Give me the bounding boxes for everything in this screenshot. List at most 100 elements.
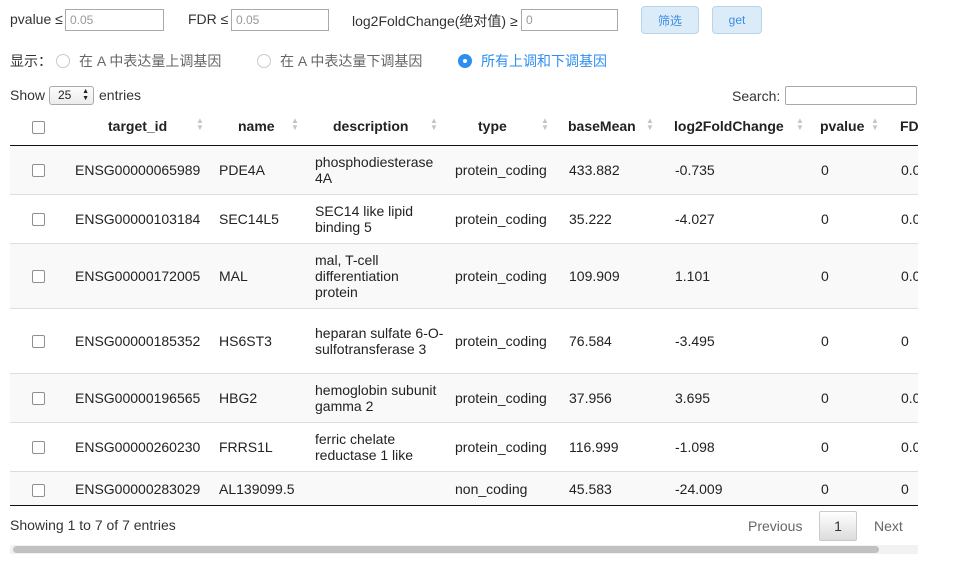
scrollbar-thumb[interactable]	[13, 546, 879, 553]
row-select-cell[interactable]	[10, 421, 65, 471]
cell-description: heparan sulfate 6-O-sulfotransferase 3	[305, 307, 445, 373]
row-select-cell[interactable]	[10, 242, 65, 308]
length-entries-label: entries	[99, 87, 142, 103]
display-label: 显示：	[10, 53, 52, 69]
fdr-label: FDR ≤	[188, 11, 229, 27]
radio-down-in-a[interactable]: 在 A 中表达量下调基因	[257, 51, 422, 71]
current-page-button[interactable]: 1	[819, 511, 857, 541]
radio-all-up-down[interactable]: 所有上调和下调基因	[458, 51, 607, 71]
table-row[interactable]: ENSG00000196565 HBG2 hemoglobin subunit …	[10, 372, 918, 422]
search-input[interactable]	[785, 86, 917, 105]
sort-icon: ▲ ▼	[796, 116, 804, 132]
cell-target-id: ENSG00000172005	[65, 242, 209, 308]
log2fc-label: log2FoldChange(绝对值) ≥	[352, 13, 518, 29]
sort-icon: ▲ ▼	[291, 116, 299, 132]
cell-description: phosphodiesterase 4A	[305, 144, 445, 194]
cell-basemean: 37.956	[559, 372, 665, 422]
results-table-container: target_id ▲ ▼ name ▲ ▼ description ▲ ▼ type ▲ ▼ …	[10, 108, 918, 508]
row-select-cell[interactable]	[10, 193, 65, 243]
cell-name: FRRS1L	[209, 421, 305, 471]
filter-button[interactable]: 筛选	[641, 6, 699, 34]
col-header-label: name	[238, 118, 275, 135]
table-row[interactable]: ENSG00000283029 AL139099.5 non_coding 45…	[10, 470, 918, 506]
cell-pvalue: 0	[811, 372, 891, 422]
select-arrows-icon: ▲ ▼	[82, 88, 89, 102]
cell-pvalue: 0	[811, 242, 891, 308]
radio-circle[interactable]	[56, 54, 70, 68]
cell-fdr: 0.0	[891, 421, 918, 471]
log2fc-input[interactable]	[521, 9, 618, 31]
row-checkbox[interactable]	[32, 392, 45, 406]
row-checkbox[interactable]	[32, 483, 45, 497]
next-page-button[interactable]: Next	[874, 518, 903, 534]
table-bottom-border	[10, 505, 918, 506]
row-checkbox[interactable]	[32, 164, 45, 178]
radio-circle[interactable]	[257, 54, 271, 68]
cell-log2foldchange: -1.098	[665, 421, 811, 471]
table-row[interactable]: ENSG00000172005 MAL mal, T-cell differen…	[10, 242, 918, 308]
col-header-label: log2FoldChange	[674, 118, 784, 135]
entries-per-page-select[interactable]: 25 ▲ ▼	[49, 86, 94, 105]
col-header-name[interactable]: name ▲ ▼	[209, 108, 305, 146]
table-row[interactable]: ENSG00000103184 SEC14L5 SEC14 like lipid…	[10, 193, 918, 243]
radio-label: 在 A 中表达量下调基因	[280, 53, 423, 69]
cell-log2foldchange: 1.101	[665, 242, 811, 308]
col-header-label: type	[478, 118, 507, 135]
cell-basemean: 76.584	[559, 307, 665, 373]
cell-target-id: ENSG00000185352	[65, 307, 209, 373]
select-all-header[interactable]	[10, 108, 65, 146]
previous-page-button[interactable]: Previous	[748, 518, 802, 534]
col-header-fdr[interactable]: FDR	[891, 108, 918, 146]
cell-description: SEC14 like lipid binding 5	[305, 193, 445, 243]
row-select-cell[interactable]	[10, 144, 65, 194]
row-checkbox[interactable]	[32, 335, 45, 349]
table-info: Showing 1 to 7 of 7 entries	[10, 517, 176, 533]
col-header-label: description	[333, 118, 409, 135]
cell-pvalue: 0	[811, 144, 891, 194]
row-checkbox[interactable]	[32, 441, 45, 455]
fdr-input[interactable]	[231, 9, 329, 31]
cell-fdr: 0	[891, 307, 918, 373]
col-header-description[interactable]: description ▲ ▼	[305, 108, 445, 146]
row-checkbox[interactable]	[32, 270, 45, 284]
col-header-basemean[interactable]: baseMean ▲ ▼	[559, 108, 665, 146]
cell-log2foldchange: -24.009	[665, 470, 811, 506]
col-header-log2foldchange[interactable]: log2FoldChange ▲ ▼	[665, 108, 811, 146]
cell-target-id: ENSG00000065989	[65, 144, 209, 194]
pvalue-input[interactable]	[65, 9, 164, 31]
horizontal-scrollbar[interactable]	[10, 545, 918, 554]
col-header-type[interactable]: type ▲ ▼	[445, 108, 559, 146]
cell-fdr: 0.0	[891, 144, 918, 194]
row-checkbox[interactable]	[32, 213, 45, 227]
cell-name: MAL	[209, 242, 305, 308]
cell-description: hemoglobin subunit gamma 2	[305, 372, 445, 422]
row-select-cell[interactable]	[10, 307, 65, 373]
radio-circle-selected[interactable]	[458, 54, 472, 68]
sort-icon: ▲ ▼	[196, 116, 204, 132]
table-row[interactable]: ENSG00000065989 PDE4A phosphodiesterase …	[10, 144, 918, 194]
row-select-cell[interactable]	[10, 470, 65, 506]
radio-up-in-a[interactable]: 在 A 中表达量上调基因	[56, 51, 221, 71]
col-header-label: target_id	[108, 118, 168, 135]
row-select-cell[interactable]	[10, 372, 65, 422]
cell-type: protein_coding	[445, 372, 559, 422]
table-row[interactable]: ENSG00000185352 HS6ST3 heparan sulfate 6…	[10, 307, 918, 373]
cell-fdr: 0.0	[891, 193, 918, 243]
cell-basemean: 433.882	[559, 144, 665, 194]
sort-icon: ▲ ▼	[430, 116, 438, 132]
cell-description	[305, 470, 445, 506]
col-header-pvalue[interactable]: pvalue ▲ ▼	[811, 108, 891, 146]
table-row[interactable]: ENSG00000260230 FRRS1L ferric chelate re…	[10, 421, 918, 471]
cell-target-id: ENSG00000283029	[65, 470, 209, 506]
cell-basemean: 45.583	[559, 470, 665, 506]
select-all-checkbox[interactable]	[32, 121, 45, 135]
cell-fdr: 0.0	[891, 372, 918, 422]
radio-label: 所有上调和下调基因	[481, 53, 607, 69]
cell-pvalue: 0	[811, 307, 891, 373]
get-button[interactable]: get	[712, 6, 762, 34]
cell-fdr: 0	[891, 470, 918, 506]
cell-name: HBG2	[209, 372, 305, 422]
cell-type: protein_coding	[445, 307, 559, 373]
col-header-target-id[interactable]: target_id ▲ ▼	[65, 108, 209, 146]
cell-target-id: ENSG00000103184	[65, 193, 209, 243]
